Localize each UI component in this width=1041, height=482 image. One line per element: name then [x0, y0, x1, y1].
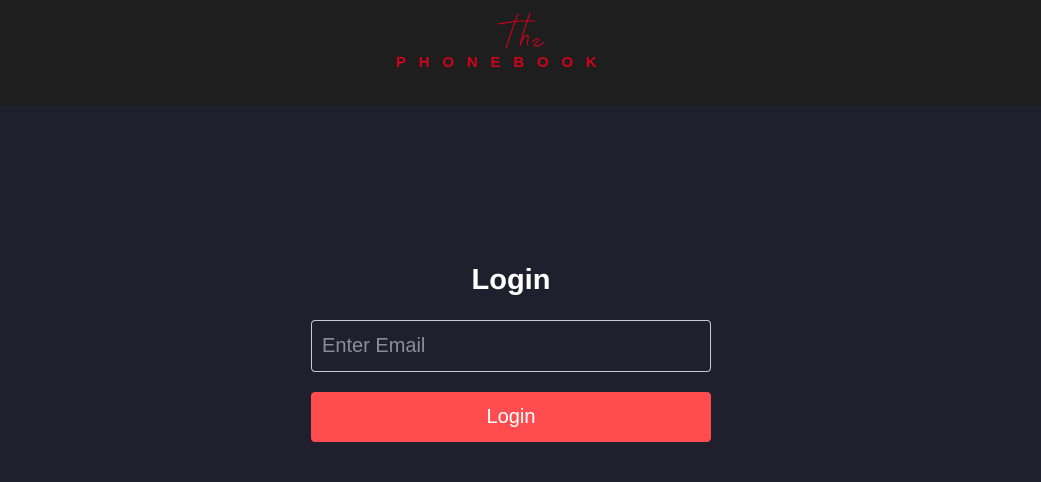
logo-wordmark: PHONEBOOK	[396, 54, 610, 71]
login-title: Login	[471, 264, 551, 296]
logo-script-the	[497, 12, 545, 49]
login-button[interactable]: Login	[311, 392, 711, 442]
email-input[interactable]	[311, 320, 711, 372]
site-header: PHONEBOOK	[0, 0, 1041, 105]
phonebook-logo[interactable]: PHONEBOOK	[390, 12, 640, 77]
